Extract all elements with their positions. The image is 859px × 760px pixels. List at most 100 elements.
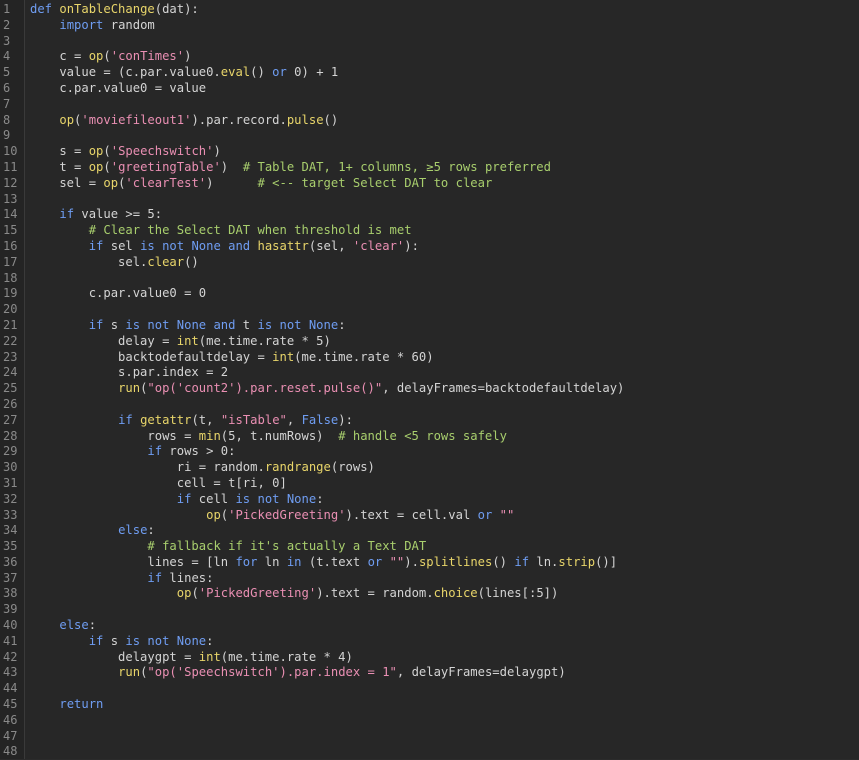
code-text[interactable]: op('PickedGreeting').text = random.choic… [30,586,559,602]
code-text[interactable]: rows = min(5, t.numRows) # handle <5 row… [30,429,507,445]
code-line[interactable]: 48 [0,744,859,760]
code-text[interactable]: if sel is not None and hasattr(sel, 'cle… [30,239,419,255]
code-text[interactable]: cell = t[ri, 0] [30,476,287,492]
code-line[interactable]: 15 # Clear the Select DAT when threshold… [0,223,859,239]
code-line[interactable]: 41 if s is not None: [0,634,859,650]
code-text[interactable]: sel = op('clearTest') # <-- target Selec… [30,176,492,192]
code-line[interactable]: 3 [0,34,859,50]
code-text[interactable]: op('moviefileout1').par.record.pulse() [30,113,338,129]
code-line[interactable]: 34 else: [0,523,859,539]
code-text[interactable]: lines = [ln for ln in (t.text or "").spl… [30,555,617,571]
code-token: or [272,65,287,80]
code-line[interactable]: 32 if cell is not None: [0,492,859,508]
code-text[interactable]: c.par.value0 = value [30,81,206,97]
code-line[interactable]: 10 s = op('Speechswitch') [0,144,859,160]
code-line[interactable]: 14 if value >= 5: [0,207,859,223]
code-lines[interactable]: 1 def onTableChange(dat): 2 import random 3… [0,2,859,760]
code-text[interactable]: s.par.index = 2 [30,365,228,381]
code-token: (5, t.numRows) [220,428,339,443]
code-text[interactable]: if s is not None and t is not None: [30,318,346,334]
code-line[interactable]: 30 ri = random.randrange(rows) [0,460,859,476]
code-line[interactable]: 44 [0,681,859,697]
code-token: (me.time.rate * 4) [220,649,353,664]
code-line[interactable]: 36 lines = [ln for ln in (t.text or "").… [0,555,859,571]
code-text[interactable]: op('PickedGreeting').text = cell.val or … [30,508,514,524]
code-token: ).par.record. [191,112,287,127]
code-line[interactable]: 17 sel.clear() [0,255,859,271]
code-line[interactable]: 21 if s is not None and t is not None: [0,318,859,334]
code-line[interactable]: 28 rows = min(5, t.numRows) # handle <5 … [0,429,859,445]
code-text[interactable]: value = (c.par.value0.eval() or 0) + 1 [30,65,338,81]
code-text[interactable]: # Clear the Select DAT when threshold is… [30,223,412,239]
code-text[interactable]: if value >= 5: [30,207,162,223]
code-text[interactable]: s = op('Speechswitch') [30,144,220,160]
code-line[interactable]: 6 c.par.value0 = value [0,81,859,97]
code-line[interactable]: 22 delay = int(me.time.rate * 5) [0,334,859,350]
code-text[interactable]: run("op('count2').par.reset.pulse()", de… [30,381,624,397]
code-line[interactable]: 12 sel = op('clearTest') # <-- target Se… [0,176,859,192]
code-line[interactable]: 40 else: [0,618,859,634]
code-line[interactable]: 13 [0,192,859,208]
code-line[interactable]: 45 return [0,697,859,713]
code-text[interactable]: else: [30,618,96,634]
code-line[interactable]: 2 import random [0,18,859,34]
code-line[interactable]: 26 [0,397,859,413]
code-editor[interactable]: 1 def onTableChange(dat): 2 import random 3… [0,0,859,759]
code-line[interactable]: 42 delaygpt = int(me.time.rate * 4) [0,650,859,666]
line-number: 47 [3,728,18,743]
code-line[interactable]: 31 cell = t[ri, 0] [0,476,859,492]
line-number: 10 [3,144,18,159]
code-text[interactable]: delay = int(me.time.rate * 5) [30,334,331,350]
code-line[interactable]: 5 value = (c.par.value0.eval() or 0) + 1 [0,65,859,81]
code-token: if [88,317,104,332]
code-token: ri = random. [30,460,265,475]
code-line[interactable]: 18 [0,271,859,287]
code-line[interactable]: 43 run("op('Speechswitch').par.index = 1… [0,665,859,681]
code-line[interactable]: 7 [0,97,859,113]
code-line[interactable]: 38 op('PickedGreeting').text = random.ch… [0,586,859,602]
code-line[interactable]: 8 op('moviefileout1').par.record.pulse() [0,113,859,129]
code-line[interactable]: 4 c = op('conTimes') [0,49,859,65]
code-text[interactable]: sel.clear() [30,255,199,271]
code-text[interactable]: else: [30,523,155,539]
code-line[interactable]: 37 if lines: [0,571,859,587]
code-line[interactable]: 9 [0,128,859,144]
code-text[interactable]: c = op('conTimes') [30,49,191,65]
code-text[interactable]: if rows > 0: [30,444,235,460]
code-line[interactable]: 25 run("op('count2').par.reset.pulse()",… [0,381,859,397]
code-token: ).text = cell.val [345,507,478,522]
code-token: c.par.value0 = value [30,80,207,95]
code-token: if [147,444,163,459]
code-text[interactable]: ri = random.randrange(rows) [30,460,375,476]
code-text[interactable]: # fallback if it's actually a Text DAT [30,539,426,555]
code-line[interactable]: 11 t = op('greetingTable') # Table DAT, … [0,160,859,176]
code-line[interactable]: 47 [0,729,859,745]
code-text[interactable]: return [30,697,103,713]
code-line[interactable]: 27 if getattr(t, "isTable", False): [0,413,859,429]
code-text[interactable]: run("op('Speechswitch').par.index = 1", … [30,665,566,681]
code-line[interactable]: 35 # fallback if it's actually a Text DA… [0,539,859,555]
code-line[interactable]: 46 [0,713,859,729]
code-text[interactable]: c.par.value0 = 0 [30,286,206,302]
code-line[interactable]: 33 op('PickedGreeting').text = cell.val … [0,508,859,524]
code-line[interactable]: 39 [0,602,859,618]
code-line[interactable]: 1 def onTableChange(dat): [0,2,859,18]
code-line[interactable]: 23 backtodefaultdelay = int(me.time.rate… [0,350,859,366]
code-text[interactable]: delaygpt = int(me.time.rate * 4) [30,650,353,666]
code-text[interactable]: t = op('greetingTable') # Table DAT, 1+ … [30,160,551,176]
code-line[interactable]: 24 s.par.index = 2 [0,365,859,381]
code-line[interactable]: 16 if sel is not None and hasattr(sel, '… [0,239,859,255]
code-text[interactable]: backtodefaultdelay = int(me.time.rate * … [30,350,434,366]
code-text[interactable]: import random [30,18,154,34]
code-line[interactable]: 20 [0,302,859,318]
code-text[interactable]: if lines: [30,571,213,587]
code-text[interactable]: if getattr(t, "isTable", False): [30,413,353,429]
code-line[interactable]: 19 c.par.value0 = 0 [0,286,859,302]
code-text[interactable]: if cell is not None: [30,492,324,508]
code-token: t = [30,159,89,174]
code-text[interactable]: if s is not None: [30,634,214,650]
code-text[interactable]: def onTableChange(dat): [30,2,199,18]
code-line[interactable]: 29 if rows > 0: [0,444,859,460]
